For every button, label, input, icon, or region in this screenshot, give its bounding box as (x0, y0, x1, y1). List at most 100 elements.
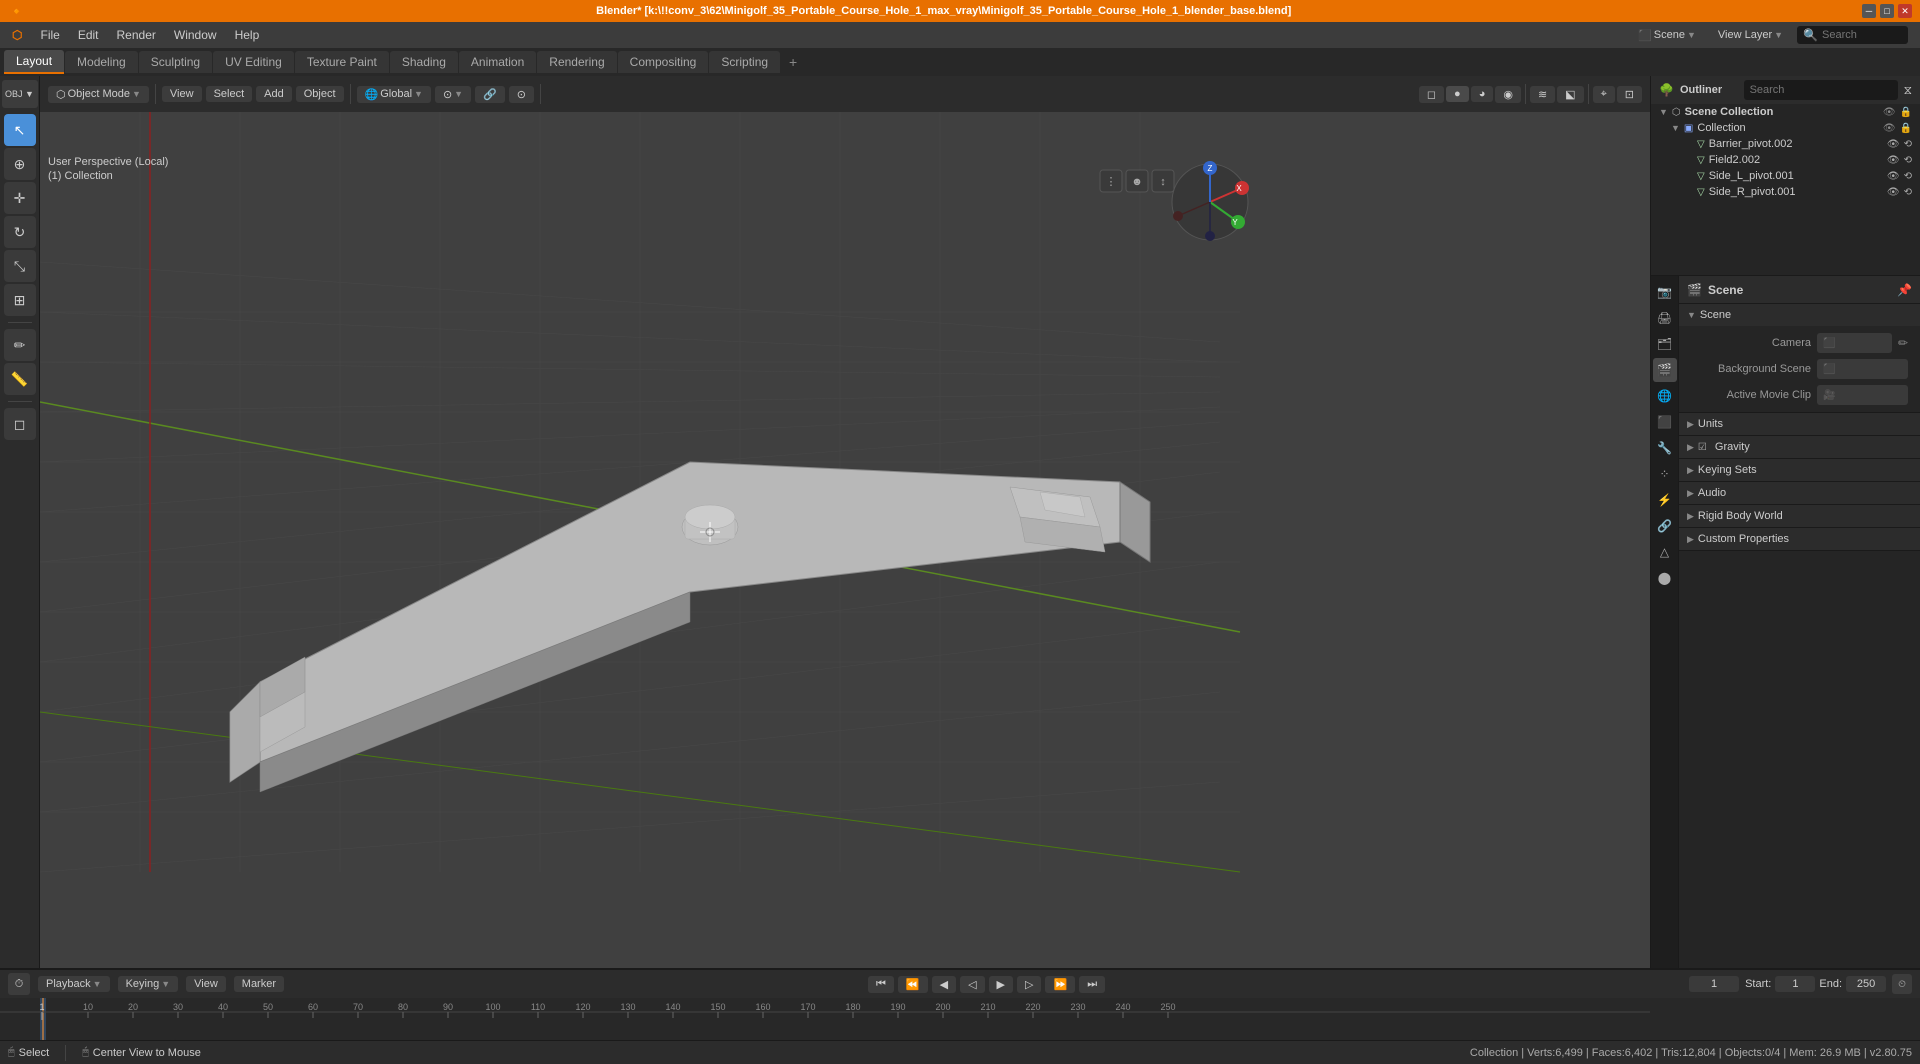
scene-selector[interactable]: ⬛ Scene ▼ (1630, 27, 1704, 44)
add-workspace-button[interactable]: + (781, 50, 805, 74)
next-keyframe-button[interactable]: ▷ (1017, 976, 1041, 993)
menu-window[interactable]: Window (166, 26, 225, 44)
scale-tool[interactable]: ⤡ (4, 250, 36, 282)
add-tool[interactable]: ◻ (4, 408, 36, 440)
tab-sculpting[interactable]: Sculpting (139, 51, 212, 73)
timeline-mode-icon[interactable]: ⏱ (8, 973, 30, 995)
outliner-side-r[interactable]: ▽ Side_R_pivot.001 👁 ⟲ (1651, 184, 1920, 200)
menu-edit[interactable]: Edit (70, 26, 107, 44)
close-button[interactable]: ✕ (1898, 4, 1912, 18)
section-gravity-header[interactable]: ▶ ☑ Gravity (1679, 436, 1920, 458)
section-rigid-body-world-header[interactable]: ▶ Rigid Body World (1679, 505, 1920, 527)
overlays-toggle[interactable]: ≋ (1530, 86, 1555, 103)
timeline-playback-menu[interactable]: Playback ▼ (38, 976, 110, 992)
timeline-view-menu[interactable]: View (186, 976, 226, 992)
menu-help[interactable]: Help (227, 26, 268, 44)
frame-start-input[interactable]: 1 (1775, 976, 1815, 992)
snapping-toggle[interactable]: 🔗 (475, 86, 505, 103)
select-menu[interactable]: Select (206, 86, 253, 102)
select-tool[interactable]: ↖ (4, 114, 36, 146)
section-custom-properties-header[interactable]: ▶ Custom Properties (1679, 528, 1920, 550)
frame-end-input[interactable]: 250 (1846, 976, 1886, 992)
mode-dropdown[interactable]: ⬡ Object Mode ▼ (48, 86, 149, 103)
move-tool[interactable]: ✛ (4, 182, 36, 214)
viewport-shading-wire[interactable]: ◻ (1419, 86, 1444, 103)
view-layer-selector[interactable]: View Layer ▼ (1710, 27, 1791, 43)
viewport-shading-solid[interactable]: ● (1446, 86, 1469, 102)
measure-tool[interactable]: 📏 (4, 363, 36, 395)
tab-texture-paint[interactable]: Texture Paint (295, 51, 389, 73)
timeline-content[interactable]: 1 10 20 30 40 50 60 70 80 90 100 110 120… (0, 998, 1920, 1040)
view-menu[interactable]: View (162, 86, 202, 102)
object-mode-selector[interactable]: OBJ ▼ (5, 89, 34, 99)
pivot-point[interactable]: ⊙ ▼ (435, 86, 471, 103)
section-keying-sets-header[interactable]: ▶ Keying Sets (1679, 459, 1920, 481)
proportional-edit[interactable]: ⊙ (509, 86, 534, 103)
timeline-keying-menu[interactable]: Keying ▼ (118, 976, 179, 992)
viewport[interactable]: ⬡ Object Mode ▼ View Select Add Object 🌐… (40, 76, 1650, 968)
section-audio-header[interactable]: ▶ Audio (1679, 482, 1920, 504)
tab-scripting[interactable]: Scripting (709, 51, 780, 73)
prop-icon-output[interactable]: 🖨 (1653, 306, 1677, 330)
prop-icon-modifier[interactable]: 🔧 (1653, 436, 1677, 460)
prev-keyframe-button[interactable]: ◀ (932, 976, 956, 993)
section-units-header[interactable]: ▶ Units (1679, 413, 1920, 435)
play-button[interactable]: ▶ (989, 976, 1013, 993)
prop-movie-clip-value[interactable]: 🎥 (1817, 385, 1908, 405)
prop-icon-physics[interactable]: ⚡ (1653, 488, 1677, 512)
outliner-filter-icon[interactable]: ⧖ (1904, 83, 1912, 98)
outliner-side-l[interactable]: ▽ Side_L_pivot.001 👁 ⟲ (1651, 168, 1920, 184)
next-frame-button[interactable]: ⏩ (1045, 976, 1075, 993)
snap-settings[interactable]: ⊡ (1617, 86, 1642, 103)
minimize-button[interactable]: ─ (1862, 4, 1876, 18)
prop-icon-data[interactable]: △ (1653, 540, 1677, 564)
section-scene-header[interactable]: ▼ Scene (1679, 304, 1920, 326)
prop-icon-particles[interactable]: ⁘ (1653, 462, 1677, 486)
global-transform[interactable]: 🌐 Global ▼ (357, 86, 431, 103)
menu-render[interactable]: Render (109, 26, 164, 44)
object-menu[interactable]: Object (296, 86, 344, 102)
prev-frame-button[interactable]: ⏪ (898, 976, 928, 993)
current-frame-display[interactable]: 1 (1689, 976, 1739, 992)
viewport-shading-render[interactable]: ◉ (1495, 86, 1521, 103)
prop-icon-view-layer[interactable]: 🗂 (1653, 332, 1677, 356)
outliner-field2[interactable]: ▽ Field2.002 👁 ⟲ (1651, 152, 1920, 168)
outliner-search-input[interactable] (1744, 80, 1898, 100)
tab-shading[interactable]: Shading (390, 51, 458, 73)
tab-uv-editing[interactable]: UV Editing (213, 51, 294, 73)
prop-icon-object[interactable]: ⬛ (1653, 410, 1677, 434)
prop-icon-world[interactable]: 🌐 (1653, 384, 1677, 408)
prop-camera-value[interactable]: ⬛ (1817, 333, 1892, 353)
tab-rendering[interactable]: Rendering (537, 51, 616, 73)
properties-pin-icon[interactable]: 📌 (1897, 283, 1912, 297)
maximize-button[interactable]: □ (1880, 4, 1894, 18)
viewport-shading-material[interactable]: ◕ (1471, 86, 1494, 102)
outliner-collection[interactable]: ▼ ▣ Collection 👁 🔒 (1651, 120, 1920, 136)
prop-icon-render[interactable]: 📷 (1653, 280, 1677, 304)
rotate-tool[interactable]: ↻ (4, 216, 36, 248)
outliner-barrier-pivot[interactable]: ▽ Barrier_pivot.002 👁 ⟲ (1651, 136, 1920, 152)
jump-start-button[interactable]: ⏮ (868, 976, 894, 993)
tab-modeling[interactable]: Modeling (65, 51, 138, 73)
prop-camera-edit[interactable]: ✏ (1898, 336, 1908, 350)
tab-animation[interactable]: Animation (459, 51, 536, 73)
global-search[interactable] (1822, 29, 1902, 41)
cursor-tool[interactable]: ⊕ (4, 148, 36, 180)
prop-icon-material[interactable]: ⬤ (1653, 566, 1677, 590)
tab-layout[interactable]: Layout (4, 50, 64, 74)
prop-bg-scene-value[interactable]: ⬛ (1817, 359, 1908, 379)
prop-icon-constraints[interactable]: 🔗 (1653, 514, 1677, 538)
xray-toggle[interactable]: ⬕ (1557, 86, 1583, 103)
menu-blender[interactable]: ⬡ (4, 26, 30, 44)
gizmos-toggle[interactable]: ⌖ (1593, 86, 1615, 103)
prop-icon-scene[interactable]: 🎬 (1653, 358, 1677, 382)
play-reverse-button[interactable]: ◁ (960, 976, 984, 993)
tab-compositing[interactable]: Compositing (618, 51, 709, 73)
timeline-marker-menu[interactable]: Marker (234, 976, 284, 992)
outliner-scene-collection[interactable]: ▼ ⬡ Scene Collection 👁 🔒 (1651, 104, 1920, 120)
add-menu[interactable]: Add (256, 86, 292, 102)
jump-end-button[interactable]: ⏭ (1079, 976, 1105, 993)
annotate-tool[interactable]: ✏ (4, 329, 36, 361)
transform-tool[interactable]: ⊞ (4, 284, 36, 316)
menu-file[interactable]: File (32, 26, 67, 44)
